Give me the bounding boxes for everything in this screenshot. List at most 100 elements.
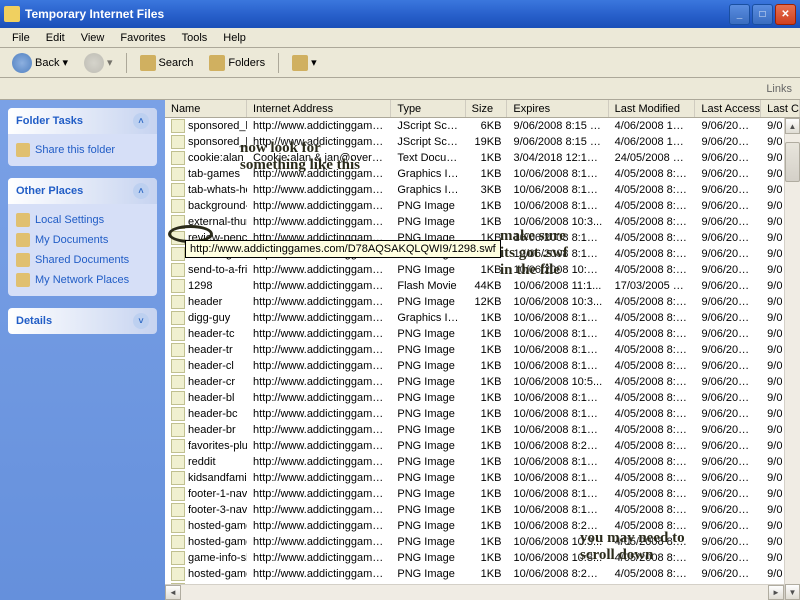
menu-view[interactable]: View [73, 30, 113, 46]
place-label: Shared Documents [35, 254, 129, 266]
file-row[interactable]: 1298http://www.addictinggames.co...Flash… [165, 278, 800, 294]
file-row[interactable]: footer-1-nav-sephttp://www.addictinggame… [165, 486, 800, 502]
file-icon [171, 247, 185, 261]
back-button[interactable]: Back ▾ [6, 50, 74, 76]
file-row[interactable]: kidsandfamilyhttp://www.addictinggames.c… [165, 470, 800, 486]
scroll-down-button[interactable]: ▼ [785, 584, 800, 600]
file-row[interactable]: send-to-a-friendhttp://www.addictinggame… [165, 262, 800, 278]
file-row[interactable]: hosted-game-i...http://www.addictinggame… [165, 566, 800, 582]
scroll-thumb[interactable] [785, 142, 800, 182]
file-icon [171, 183, 185, 197]
sidebar: Folder Tasks ˄ Share this folder Other P… [0, 100, 165, 600]
folders-button[interactable]: Folders [203, 52, 271, 74]
cell-size: 1KB [466, 343, 508, 357]
col-lastch[interactable]: Last Ch [761, 100, 800, 117]
file-row[interactable]: footer-3-nav-sephttp://www.addictinggame… [165, 502, 800, 518]
menu-file[interactable]: File [4, 30, 38, 46]
menu-edit[interactable]: Edit [38, 30, 73, 46]
cell-type: PNG Image [391, 551, 465, 565]
cell-type: PNG Image [391, 215, 465, 229]
file-row[interactable]: hosted-game-i...http://www.addictinggame… [165, 518, 800, 534]
col-name[interactable]: Name [165, 100, 247, 117]
cell-modified: 4/05/2008 8:14 ... [609, 167, 696, 181]
cell-size: 1KB [466, 167, 508, 181]
views-icon [292, 55, 308, 71]
col-address[interactable]: Internet Address [247, 100, 391, 117]
file-row[interactable]: digg-guyhttp://www.addictinggames.co...G… [165, 310, 800, 326]
menu-tools[interactable]: Tools [174, 30, 216, 46]
panel-details: Details ˅ [8, 308, 157, 334]
vertical-scrollbar[interactable]: ▲ ▼ [784, 118, 800, 600]
cell-size: 1KB [466, 487, 508, 501]
search-button[interactable]: Search [134, 52, 200, 74]
col-type[interactable]: Type [391, 100, 465, 117]
cell-name: game-info-sha... [165, 550, 247, 566]
panel-head-other-places[interactable]: Other Places ˄ [8, 178, 157, 204]
file-row[interactable]: header-bchttp://www.addictinggames.co...… [165, 406, 800, 422]
horizontal-scrollbar[interactable]: ◄ ► [165, 584, 784, 600]
file-row[interactable]: sponsored_lnk...http://www.addictinggame… [165, 134, 800, 150]
file-row[interactable]: tab-whats-hot...http://www.addictinggame… [165, 182, 800, 198]
col-modified[interactable]: Last Modified [609, 100, 696, 117]
file-row[interactable]: cookie:alan & j...Cookie:alan & jan@over… [165, 150, 800, 166]
cell-size: 1KB [466, 455, 508, 469]
file-row[interactable]: reddithttp://www.addictinggames.co...PNG… [165, 454, 800, 470]
cell-name: send-to-a-friend [165, 262, 247, 278]
cell-modified: 4/05/2008 8:14 ... [609, 471, 696, 485]
col-size[interactable]: Size [466, 100, 508, 117]
share-label: Share this folder [35, 144, 115, 156]
panel-head-details[interactable]: Details ˅ [8, 308, 157, 334]
share-folder-link[interactable]: Share this folder [16, 140, 149, 160]
menu-favorites[interactable]: Favorites [112, 30, 173, 46]
scroll-left-button[interactable]: ◄ [165, 585, 181, 600]
folder-icon [16, 273, 30, 287]
file-row[interactable]: hosted-game-i...http://www.addictinggame… [165, 534, 800, 550]
maximize-button[interactable]: □ [752, 4, 773, 25]
panel-head-folder-tasks[interactable]: Folder Tasks ˄ [8, 108, 157, 134]
sidebar-place-link[interactable]: My Documents [16, 230, 149, 250]
cell-modified: 4/05/2008 8:14 ... [609, 423, 696, 437]
minimize-button[interactable]: _ [729, 4, 750, 25]
cell-name: footer-1-nav-sep [165, 486, 247, 502]
file-row[interactable]: game-info-sha...http://www.addictinggame… [165, 550, 800, 566]
cell-addr: http://www.addictinggames.co... [247, 391, 391, 405]
scroll-up-button[interactable]: ▲ [785, 118, 800, 134]
file-row[interactable]: headerhttp://www.addictinggames.co...PNG… [165, 294, 800, 310]
search-label: Search [159, 57, 194, 69]
cell-accessed: 9/06/2008 4:34 p [695, 215, 761, 229]
file-row[interactable]: background-gr...http://www.addictinggame… [165, 198, 800, 214]
file-row[interactable]: header-blhttp://www.addictinggames.co...… [165, 390, 800, 406]
col-accessed[interactable]: Last Accessed ▼ [695, 100, 761, 117]
menu-help[interactable]: Help [215, 30, 254, 46]
file-icon [171, 231, 185, 245]
file-icon [171, 263, 185, 277]
links-label[interactable]: Links [766, 83, 792, 95]
file-rows[interactable]: ▲ ▼ sponsored_lnk...http://www.addicting… [165, 118, 800, 600]
file-row[interactable]: favorites-plus-...http://www.addictingga… [165, 438, 800, 454]
file-row[interactable]: header-tchttp://www.addictinggames.co...… [165, 326, 800, 342]
file-row[interactable]: header-brhttp://www.addictinggames.co...… [165, 422, 800, 438]
col-expires[interactable]: Expires [507, 100, 608, 117]
cell-accessed: 9/06/2008 4:34 p [695, 119, 761, 133]
file-row[interactable]: sponsored_lnk...http://www.addictinggame… [165, 118, 800, 134]
cell-accessed: 9/06/2008 4:34 p [695, 503, 761, 517]
chevron-down-icon: ▾ [311, 56, 317, 69]
sidebar-place-link[interactable]: Shared Documents [16, 250, 149, 270]
cell-type: PNG Image [391, 375, 465, 389]
file-row[interactable]: external-thum...http://www.addictinggame… [165, 214, 800, 230]
cell-type: Graphics Inte... [391, 311, 465, 325]
close-button[interactable]: ✕ [775, 4, 796, 25]
cell-accessed: 9/06/2008 4:34 p [695, 487, 761, 501]
cell-name: header-cr [165, 374, 247, 390]
folders-label: Folders [228, 57, 265, 69]
scroll-right-button[interactable]: ► [768, 585, 784, 600]
file-row[interactable]: header-clhttp://www.addictinggames.co...… [165, 358, 800, 374]
file-row[interactable]: tab-gameshttp://www.addictinggames.co...… [165, 166, 800, 182]
views-button[interactable]: ▾ [286, 52, 323, 74]
file-icon [171, 407, 185, 421]
sidebar-place-link[interactable]: Local Settings [16, 210, 149, 230]
file-row[interactable]: header-trhttp://www.addictinggames.co...… [165, 342, 800, 358]
sidebar-place-link[interactable]: My Network Places [16, 270, 149, 290]
cell-name: header-tr [165, 342, 247, 358]
file-row[interactable]: header-crhttp://www.addictinggames.co...… [165, 374, 800, 390]
